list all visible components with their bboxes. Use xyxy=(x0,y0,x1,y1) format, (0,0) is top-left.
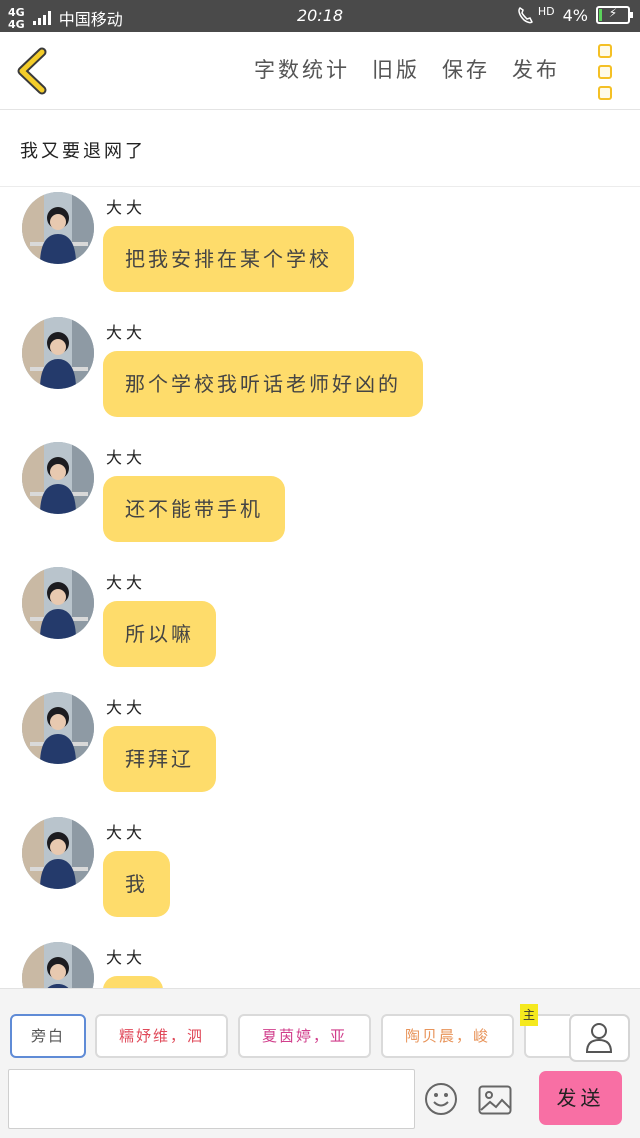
avatar-image xyxy=(22,317,94,389)
speaker-name: 大大 xyxy=(106,698,147,717)
message-item: 大大 我 xyxy=(0,813,640,938)
avatar-image xyxy=(22,692,94,764)
message-bubble[interactable]: 拜拜辽 xyxy=(103,726,216,792)
back-button[interactable] xyxy=(14,46,54,96)
menu-dot-icon xyxy=(598,44,612,58)
composer-panel: 旁白 糯妤维，泗 夏茵婷，亚 陶贝晨，峻 夏忄 主 发送 xyxy=(0,988,640,1138)
role-chip[interactable]: 陶贝晨，峻 xyxy=(381,1014,514,1058)
role-chip[interactable]: 糯妤维，泗 xyxy=(95,1014,228,1058)
story-title-row[interactable]: 我又要退网了 xyxy=(0,111,640,187)
status-right: HD 4% ⚡ xyxy=(516,4,633,25)
battery-percent: 4% xyxy=(562,5,588,25)
story-title: 我又要退网了 xyxy=(20,141,146,162)
send-button[interactable]: 发送 xyxy=(539,1071,622,1125)
message-input[interactable] xyxy=(8,1069,415,1129)
old-version-button[interactable]: 旧版 xyxy=(372,54,420,84)
avatar[interactable] xyxy=(22,567,94,639)
battery-icon: ⚡ xyxy=(596,6,633,24)
message-bubble[interactable] xyxy=(103,976,163,988)
avatar[interactable] xyxy=(22,442,94,514)
speaker-name: 大大 xyxy=(106,448,147,467)
image-button[interactable] xyxy=(478,1085,512,1115)
chat-list[interactable]: 大大 把我安排在某个学校 大大 那个学校我听话老师好凶的 大大 还不能带手机 大… xyxy=(0,188,640,988)
avatar[interactable] xyxy=(22,817,94,889)
avatar-image xyxy=(22,942,94,988)
save-button[interactable]: 保存 xyxy=(442,54,490,84)
message-bubble[interactable]: 所以嘛 xyxy=(103,601,216,667)
role-selector: 旁白 糯妤维，泗 夏茵婷，亚 陶贝晨，峻 夏忄 主 xyxy=(0,989,570,1067)
header-actions: 字数统计 旧版 保存 发布 xyxy=(254,54,560,84)
message-item: 大大 把我安排在某个学校 xyxy=(0,188,640,313)
message-bubble[interactable]: 那个学校我听话老师好凶的 xyxy=(103,351,423,417)
avatar[interactable] xyxy=(22,317,94,389)
avatar-image xyxy=(22,817,94,889)
top-toolbar: 字数统计 旧版 保存 发布 xyxy=(0,32,640,110)
avatar[interactable] xyxy=(22,192,94,264)
word-count-button[interactable]: 字数统计 xyxy=(254,54,350,84)
avatar-image xyxy=(22,567,94,639)
charging-icon: ⚡ xyxy=(608,6,618,20)
avatar[interactable] xyxy=(22,692,94,764)
speaker-name: 大大 xyxy=(106,323,147,342)
speaker-name: 大大 xyxy=(106,573,147,592)
menu-dot-icon xyxy=(598,86,612,100)
speaker-name: 大大 xyxy=(106,198,147,217)
avatar[interactable] xyxy=(22,942,94,988)
message-item: 大大 拜拜辽 xyxy=(0,688,640,813)
message-item: 大大 所以嘛 xyxy=(0,563,640,688)
menu-dot-icon xyxy=(598,65,612,79)
role-chip-narrator[interactable]: 旁白 xyxy=(10,1014,86,1058)
avatar-image xyxy=(22,442,94,514)
chevron-left-icon xyxy=(17,47,47,95)
emoji-button[interactable] xyxy=(424,1082,458,1116)
hd-label: HD xyxy=(537,4,555,18)
publish-button[interactable]: 发布 xyxy=(512,54,560,84)
more-menu-button[interactable] xyxy=(592,44,618,100)
message-item: 大大 那个学校我听话老师好凶的 xyxy=(0,313,640,438)
speaker-name: 大大 xyxy=(106,948,147,967)
role-chip[interactable]: 夏茵婷，亚 xyxy=(238,1014,371,1058)
status-bar: 4G 4G 中国移动 20:18 HD 4% ⚡ xyxy=(0,0,640,32)
main-character-badge: 主 xyxy=(520,1004,538,1026)
call-hd-icon xyxy=(518,7,533,24)
smiley-icon xyxy=(425,1083,457,1115)
message-item: 大大 还不能带手机 xyxy=(0,438,640,563)
message-bubble[interactable]: 还不能带手机 xyxy=(103,476,285,542)
avatar-image xyxy=(22,192,94,264)
person-icon xyxy=(585,1023,613,1053)
speaker-name: 大大 xyxy=(106,823,147,842)
image-icon xyxy=(478,1085,512,1115)
message-bubble[interactable]: 我 xyxy=(103,851,170,917)
character-manager-button[interactable] xyxy=(569,1014,630,1062)
message-item: 大大 xyxy=(0,938,640,988)
message-bubble[interactable]: 把我安排在某个学校 xyxy=(103,226,354,292)
